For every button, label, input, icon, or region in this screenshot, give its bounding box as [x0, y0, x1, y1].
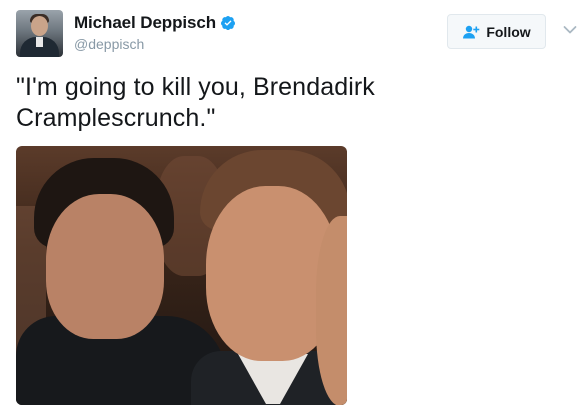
follow-user-icon: [463, 25, 480, 38]
user-handle[interactable]: @deppisch: [74, 36, 236, 52]
chevron-down-icon[interactable]: [563, 25, 577, 35]
follow-button[interactable]: Follow: [447, 14, 546, 49]
avatar[interactable]: [16, 10, 63, 57]
user-info: Michael Deppisch @deppisch: [74, 13, 236, 52]
avatar-head: [31, 16, 48, 36]
user-name[interactable]: Michael Deppisch: [74, 13, 216, 33]
left-person-face: [46, 194, 164, 339]
tweet-text-line-1: "I'm going to kill you, Brendadirk: [16, 73, 375, 101]
avatar-collar: [36, 37, 43, 47]
tweet-text: "I'm going to kill you, Brendadirk Cramp…: [16, 72, 536, 134]
verified-badge-icon: [221, 16, 235, 30]
tweet-media-photo[interactable]: [16, 146, 347, 405]
edge-person-face: [316, 216, 347, 405]
tweet-text-line-2: Cramplescrunch.": [16, 104, 216, 132]
name-row: Michael Deppisch: [74, 13, 236, 33]
tweet-card: Michael Deppisch @deppisch Follow "I'm g…: [0, 0, 586, 411]
follow-label: Follow: [486, 23, 531, 40]
